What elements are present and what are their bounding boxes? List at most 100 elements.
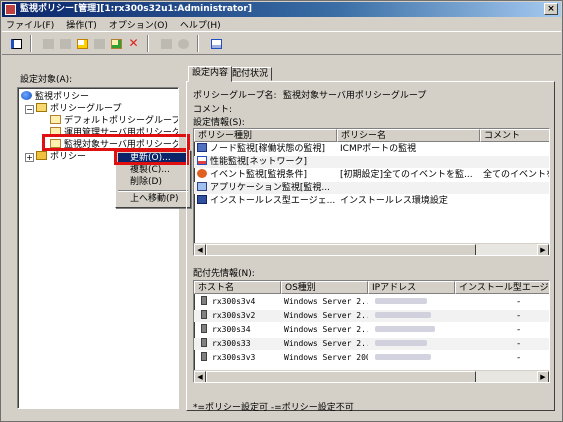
os-cell: Windows Server 2... [284, 311, 368, 320]
table-row[interactable]: rx300s3v2 Windows Server 2... - [194, 310, 549, 322]
column-header-ip[interactable]: IPアドレス [368, 281, 455, 294]
host-cell: rx300s33 [198, 338, 281, 350]
toolbar-separator [147, 35, 149, 52]
toolbar-button-panel[interactable] [8, 36, 24, 51]
policy-type-text: イベント監視[監視条件] [210, 170, 308, 180]
settings-table[interactable]: ポリシー種別 ポリシー名 コメント ノード監視[稼働状態の監視] ICMPポートの… [193, 128, 550, 256]
scroll-thumb[interactable] [206, 244, 476, 255]
list-icon [211, 39, 222, 49]
agent-cell: - [517, 325, 521, 335]
toolbar-button-properties[interactable] [91, 36, 107, 51]
agent-cell: - [517, 353, 521, 363]
refresh-icon [111, 39, 122, 49]
legend-text: *=ポリシー設定可 -=ポリシー設定不可 [193, 403, 354, 413]
distribution-table[interactable]: ホスト名 OS種別 IPアドレス インストール型エージェ rx300s3v4 Wi… [193, 280, 550, 383]
ip-cell [372, 352, 452, 364]
policy-name-cell: [初期設定]全てのイベントを監... [340, 170, 473, 180]
expand-icon[interactable]: + [25, 153, 34, 162]
redacted-ip [375, 326, 435, 332]
app-icon [5, 4, 16, 15]
agent-cell: - [517, 297, 521, 307]
ip-cell [372, 324, 452, 336]
policy-type-cell: イベント監視[監視条件] [194, 169, 337, 181]
table-row[interactable]: イベント監視[監視条件] [初期設定]全てのイベントを監... 全てのイベントを [194, 169, 549, 181]
policy-type-cell: ノード監視[稼働状態の監視] [194, 143, 337, 155]
policy-name-cell: インストールレス環境設定 [340, 196, 448, 206]
menu-options[interactable]: オプション(O) [109, 18, 168, 31]
policy-type-text: 性能監視[ネットワーク] [210, 157, 308, 167]
toolbar-button-copy[interactable] [57, 36, 73, 51]
table-row[interactable]: rx300s33 Windows Server 2... - [194, 338, 549, 350]
column-header-comment[interactable]: コメント [480, 129, 549, 142]
menu-bar: ファイル(F) 操作(T) オプション(O) ヘルプ(H) [2, 17, 561, 31]
comment-label: コメント: [193, 105, 233, 115]
table-row[interactable]: rx300s3v3 Windows Server 2008 - [194, 352, 549, 364]
app-monitor-icon [197, 182, 207, 191]
deploy-icon [178, 39, 189, 49]
title-bar[interactable]: 監視ポリシー[管理][1:rx300s32u1:Administrator] × [2, 2, 561, 17]
menu-item-move-up[interactable]: 上へ移動(P) [118, 194, 188, 205]
tree-node-policy-group[interactable]: ポリシーグループ [36, 103, 121, 115]
host-name: rx300s33 [212, 339, 251, 348]
menu-help[interactable]: ヘルプ(H) [180, 18, 221, 31]
tree-label: ポリシーグループ [50, 104, 122, 114]
toolbar-button-edit[interactable] [74, 36, 90, 51]
column-header-type[interactable]: ポリシー種別 [194, 129, 337, 142]
policy-group-icon [50, 115, 61, 124]
scroll-left-icon[interactable]: ◀ [194, 244, 206, 255]
scroll-left-icon[interactable]: ◀ [194, 371, 206, 382]
policy-type-cell: アプリケーション監視[監視... [194, 182, 337, 194]
toolbar-button-distribute[interactable] [158, 36, 174, 51]
performance-monitor-icon [197, 156, 207, 165]
collapse-icon[interactable]: − [25, 105, 34, 114]
horizontal-scrollbar[interactable]: ◀ ▶ [194, 370, 549, 382]
column-header-host[interactable]: ホスト名 [194, 281, 281, 294]
new-icon [43, 39, 54, 49]
toolbar-button-deploy[interactable] [175, 36, 191, 51]
policy-type-text: ノード監視[稼働状態の監視] [210, 144, 326, 154]
redacted-ip [375, 340, 427, 346]
column-header-agent[interactable]: インストール型エージェ [455, 281, 549, 294]
tree-node-root[interactable]: 監視ポリシー [21, 91, 89, 103]
server-icon [201, 310, 207, 319]
folder-open-icon [36, 103, 47, 112]
host-cell: rx300s3v4 [198, 296, 281, 308]
group-name-value: 監視対象サーバ用ポリシーグループ [283, 91, 427, 101]
table-row[interactable]: rx300s34 Windows Server 2... - [194, 324, 549, 336]
scroll-thumb[interactable] [206, 371, 476, 382]
menu-file[interactable]: ファイル(F) [6, 18, 54, 31]
tree-node-default-group[interactable]: デフォルトポリシーグループ [50, 115, 178, 127]
horizontal-scrollbar[interactable]: ◀ ▶ [194, 243, 549, 255]
column-header-os[interactable]: OS種別 [281, 281, 368, 294]
ip-cell [372, 296, 452, 308]
column-header-name[interactable]: ポリシー名 [337, 129, 480, 142]
policy-type-text: アプリケーション監視[監視... [210, 183, 330, 193]
close-button[interactable]: × [544, 3, 558, 15]
toolbar-button-list[interactable] [208, 36, 224, 51]
os-cell: Windows Server 2008 [284, 353, 368, 362]
policy-type-cell: 性能監視[ネットワーク] [194, 156, 337, 168]
table-row[interactable]: アプリケーション監視[監視... [194, 182, 549, 194]
redacted-ip [375, 312, 431, 318]
menu-item-delete[interactable]: 削除(D) [118, 177, 188, 188]
table-row[interactable]: ノード監視[稼働状態の監視] ICMPポートの監視 [194, 143, 549, 155]
toolbar-button-new[interactable] [40, 36, 56, 51]
tab-distribution[interactable]: 配付状況 [228, 67, 273, 81]
server-icon [201, 352, 207, 361]
table-row[interactable]: インストールレス型エージェ... インストールレス環境設定 [194, 195, 549, 207]
tab-settings[interactable]: 設定内容 [188, 66, 233, 82]
tree-node-policy[interactable]: ポリシー [36, 151, 86, 163]
scroll-right-icon[interactable]: ▶ [537, 244, 549, 255]
host-name: rx300s3v4 [212, 297, 256, 306]
node-monitor-icon [197, 143, 207, 152]
table-row[interactable]: rx300s3v4 Windows Server 2... - [194, 296, 549, 308]
menu-operation[interactable]: 操作(T) [66, 18, 97, 31]
toolbar-button-delete[interactable]: ✕ [125, 36, 141, 51]
menu-item-duplicate[interactable]: 複製(C)... [118, 165, 188, 176]
server-icon [201, 296, 207, 305]
table-row[interactable]: 性能監視[ネットワーク] [194, 156, 549, 168]
toolbar-button-refresh[interactable] [108, 36, 124, 51]
policy-type-cell: インストールレス型エージェ... [194, 195, 337, 207]
redacted-ip [375, 298, 427, 304]
scroll-right-icon[interactable]: ▶ [537, 371, 549, 382]
